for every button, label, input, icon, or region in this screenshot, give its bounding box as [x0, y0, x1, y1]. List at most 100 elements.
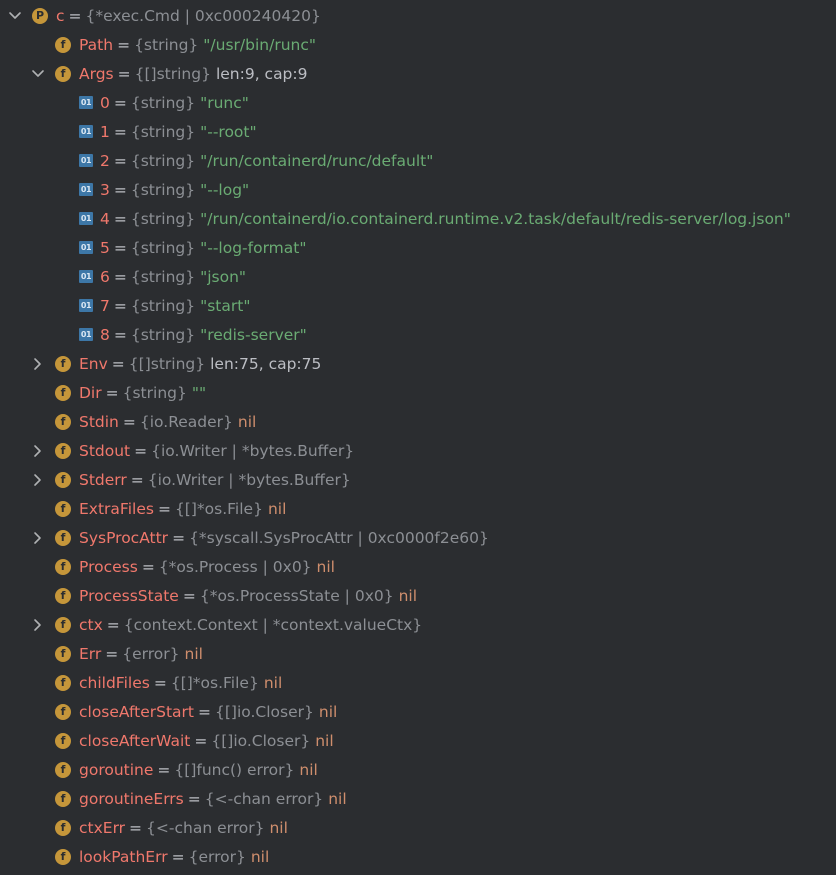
tree-row-7[interactable]: 01 7 = {string} "start" — [0, 291, 836, 320]
tree-row-closeafterstart[interactable]: f closeAfterStart = {[]io.Closer} nil — [0, 697, 836, 726]
variable-value: len:75, cap:75 — [210, 354, 322, 373]
tree-row-goroutine[interactable]: f goroutine = {[]func() error} nil — [0, 755, 836, 784]
tree-row-stdout[interactable]: f Stdout = {io.Writer | *bytes.Buffer} — [0, 436, 836, 465]
chevron-right-icon[interactable] — [31, 531, 45, 545]
variable-name: 8 — [100, 325, 110, 344]
chevron-right-icon[interactable] — [31, 444, 45, 458]
equals-sign: = — [111, 354, 125, 373]
tree-row-env[interactable]: f Env = {[]string} len:75, cap:75 — [0, 349, 836, 378]
equals-sign: = — [187, 789, 201, 808]
tree-row-path[interactable]: f Path = {string} "/usr/bin/runc" — [0, 30, 836, 59]
tree-row-2[interactable]: 01 2 = {string} "/run/containerd/runc/defaul… — [0, 146, 836, 175]
variable-name: 6 — [100, 267, 110, 286]
equals-sign: = — [106, 615, 120, 634]
variable-type: {error} — [122, 644, 180, 663]
chevron-down-icon[interactable] — [31, 67, 45, 81]
variable-type: {[]io.Closer} — [211, 731, 311, 750]
field-icon: f — [55, 558, 71, 575]
tree-row-lookpatherr[interactable]: f lookPathErr = {error} nil — [0, 842, 836, 871]
tree-row-3[interactable]: 01 3 = {string} "--log" — [0, 175, 836, 204]
variable-type: {context.Context | *context.valueCtx} — [123, 615, 423, 634]
variable-name: Stdin — [79, 412, 119, 431]
equals-sign: = — [117, 64, 131, 83]
equals-sign: = — [105, 644, 119, 663]
array-element-icon: 01 — [79, 125, 93, 138]
variable-value: "--root" — [200, 122, 257, 141]
equals-sign: = — [113, 238, 127, 257]
equals-sign: = — [113, 180, 127, 199]
equals-sign: = — [113, 93, 127, 112]
variable-name: goroutineErrs — [79, 789, 184, 808]
tree-row-extrafiles[interactable]: f ExtraFiles = {[]*os.File} nil — [0, 494, 836, 523]
field-icon: f — [55, 471, 71, 488]
variable-type: {string} — [130, 267, 196, 286]
variable-type: {string} — [130, 93, 196, 112]
tree-row-goroutineerrs[interactable]: f goroutineErrs = {<-chan error} nil — [0, 784, 836, 813]
variable-type: {error} — [188, 847, 246, 866]
tree-row-stdin[interactable]: f Stdin = {io.Reader} nil — [0, 407, 836, 436]
variable-name: 5 — [100, 238, 110, 257]
variable-type: {string} — [130, 238, 196, 257]
field-icon: f — [55, 645, 71, 662]
equals-sign: = — [130, 470, 144, 489]
variable-value: "runc" — [200, 93, 249, 112]
equals-sign: = — [198, 702, 212, 721]
variable-type: {[]*os.File} — [170, 673, 259, 692]
tree-row-1[interactable]: 01 1 = {string} "--root" — [0, 117, 836, 146]
variable-value: "start" — [200, 296, 251, 315]
tree-row-5[interactable]: 01 5 = {string} "--log-format" — [0, 233, 836, 262]
variable-type: {string} — [130, 209, 196, 228]
variable-type: {[]io.Closer} — [215, 702, 314, 721]
variable-name: Err — [79, 644, 102, 663]
variable-name: ctxErr — [79, 818, 126, 837]
array-element-icon: 01 — [79, 154, 93, 167]
variable-name: ProcessState — [79, 586, 179, 605]
tree-row-c[interactable]: Pc = {*exec.Cmd | 0xc000240420} — [0, 1, 836, 30]
tree-row-ctxerr[interactable]: f ctxErr = {<-chan error} nil — [0, 813, 836, 842]
variable-type: {string} — [130, 122, 196, 141]
variable-value: "/run/containerd/runc/default" — [200, 151, 434, 170]
variable-value: "/usr/bin/runc" — [203, 35, 316, 54]
variable-name: 0 — [100, 93, 110, 112]
tree-row-sysprocattr[interactable]: f SysProcAttr = {*syscall.SysProcAttr | 0xc… — [0, 523, 836, 552]
variable-type: {[]string} — [128, 354, 206, 373]
variable-type: {<-chan error} — [204, 789, 324, 808]
variable-name: Path — [79, 35, 114, 54]
tree-row-stderr[interactable]: f Stderr = {io.Writer | *bytes.Buffer} — [0, 465, 836, 494]
tree-row-err[interactable]: f Err = {error} nil — [0, 639, 836, 668]
tree-row-ctx[interactable]: f ctx = {context.Context | *context.valueCt… — [0, 610, 836, 639]
tree-row-closeafterwait[interactable]: f closeAfterWait = {[]io.Closer} nil — [0, 726, 836, 755]
array-element-icon: 01 — [79, 270, 93, 283]
field-icon: f — [55, 500, 71, 517]
tree-row-4[interactable]: 01 4 = {string} "/run/containerd/io.containe… — [0, 204, 836, 233]
parameter-icon: P — [32, 7, 48, 24]
variable-value: nil — [250, 847, 270, 866]
chevron-down-icon[interactable] — [8, 9, 22, 23]
tree-row-process[interactable]: f Process = {*os.Process | 0x0} nil — [0, 552, 836, 581]
variable-value: nil — [269, 818, 288, 837]
tree-row-args[interactable]: f Args = {[]string} len:9, cap:9 — [0, 59, 836, 88]
equals-sign: = — [172, 528, 186, 547]
field-icon: f — [55, 355, 71, 372]
variable-name: Env — [79, 354, 108, 373]
array-element-icon: 01 — [79, 299, 93, 312]
equals-sign: = — [157, 760, 171, 779]
chevron-right-icon[interactable] — [31, 357, 45, 371]
tree-row-6[interactable]: 01 6 = {string} "json" — [0, 262, 836, 291]
chevron-right-icon[interactable] — [31, 473, 45, 487]
equals-sign: = — [113, 296, 127, 315]
variable-type: {io.Reader} — [139, 412, 233, 431]
tree-row-childfiles[interactable]: f childFiles = {[]*os.File} nil — [0, 668, 836, 697]
field-icon: f — [55, 674, 71, 691]
tree-row-8[interactable]: 01 8 = {string} "redis-server" — [0, 320, 836, 349]
variable-name: ExtraFiles — [79, 499, 154, 518]
chevron-right-icon[interactable] — [31, 618, 45, 632]
tree-row-dir[interactable]: f Dir = {string} "" — [0, 378, 836, 407]
tree-row-0[interactable]: 01 0 = {string} "runc" — [0, 88, 836, 117]
variable-type: {string} — [130, 180, 196, 199]
field-icon: f — [55, 819, 71, 836]
variable-value: "--log-format" — [200, 238, 307, 257]
equals-sign: = — [113, 122, 127, 141]
equals-sign: = — [122, 412, 136, 431]
tree-row-processstate[interactable]: f ProcessState = {*os.ProcessState | 0x0} ni… — [0, 581, 836, 610]
